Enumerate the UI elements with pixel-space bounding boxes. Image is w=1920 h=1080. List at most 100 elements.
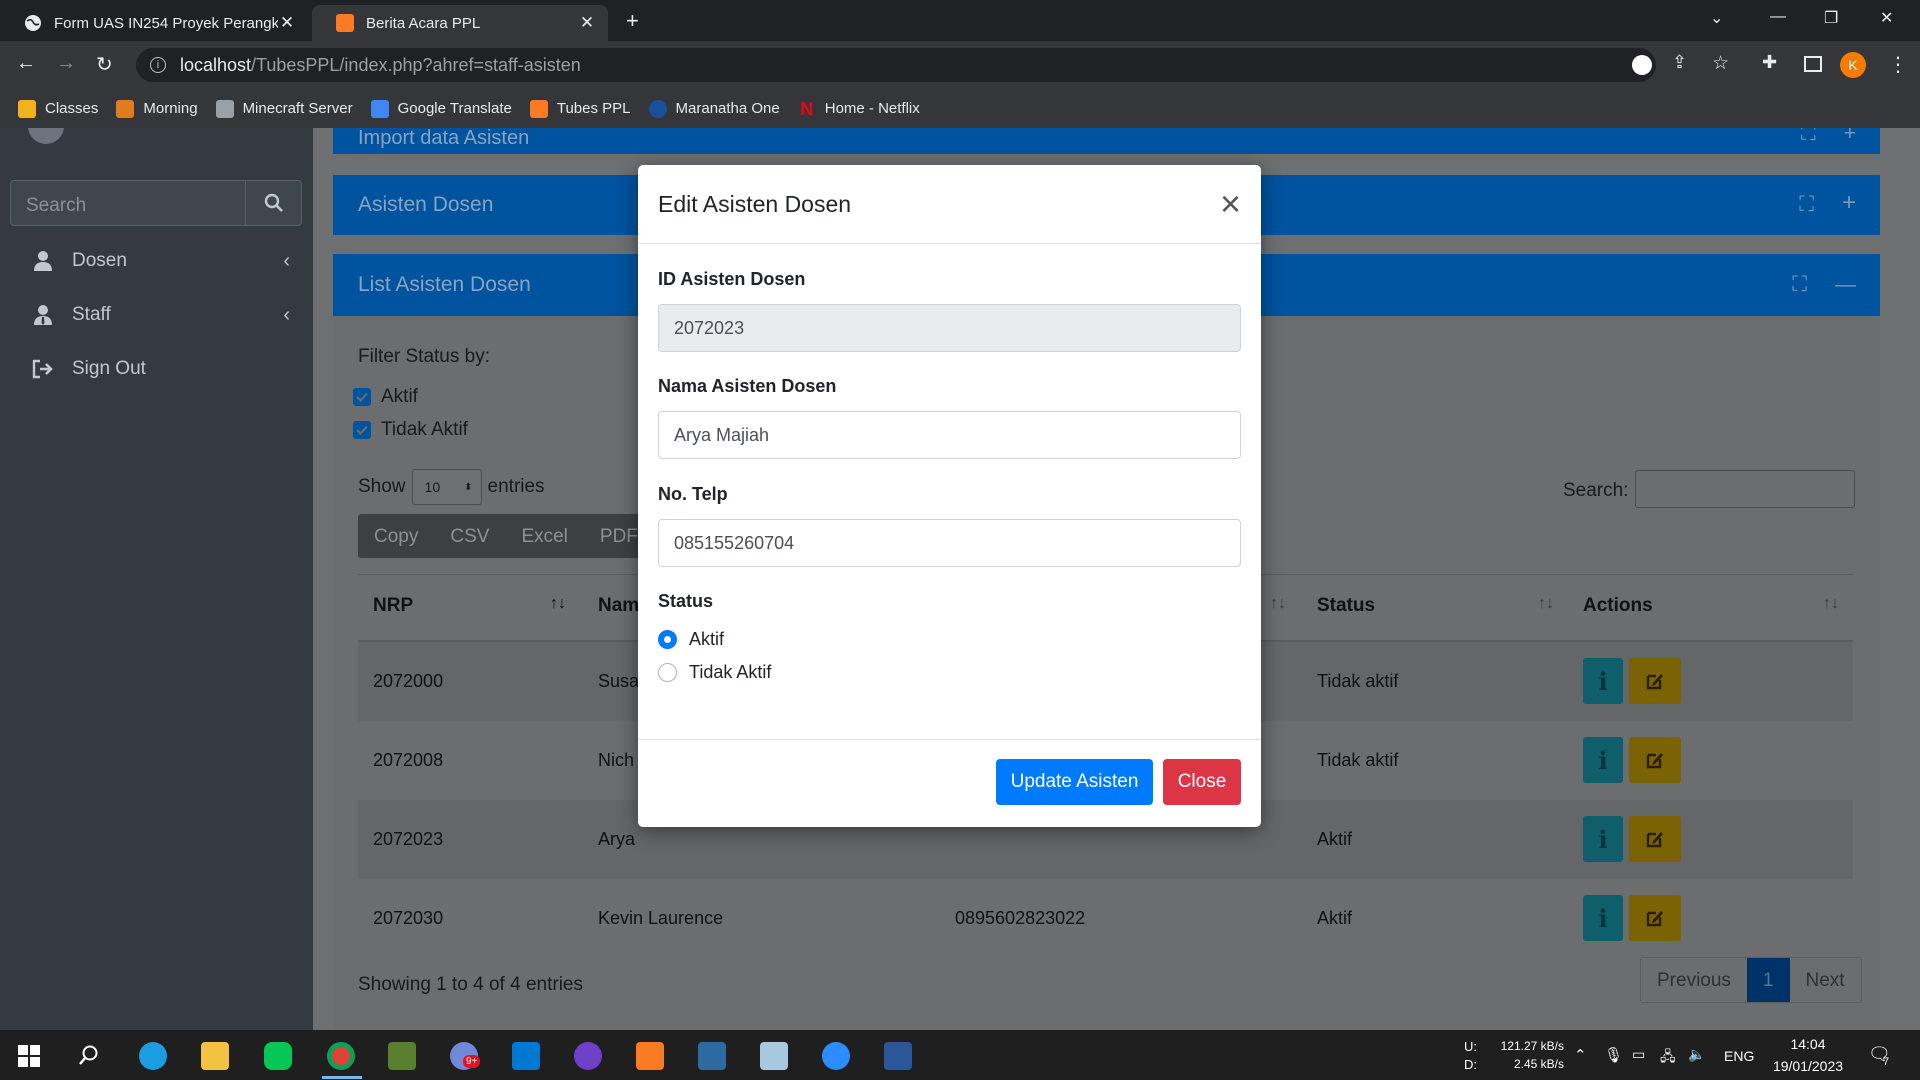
sidebar-search-input[interactable]: Search <box>11 181 245 225</box>
volume-icon[interactable]: 🔈 <box>1688 1046 1705 1063</box>
bookmark-netflix[interactable]: N Home - Netflix <box>798 100 920 118</box>
clock-time[interactable]: 14:04 <box>1776 1036 1840 1052</box>
file-explorer-icon[interactable] <box>201 1042 229 1070</box>
clock-date[interactable]: 19/01/2023 <box>1766 1058 1850 1074</box>
close-icon[interactable]: × <box>1220 186 1241 222</box>
line-icon[interactable] <box>264 1042 292 1070</box>
app-icon[interactable] <box>760 1042 788 1070</box>
search-icon[interactable] <box>78 1044 100 1066</box>
tab-berita-acara[interactable]: Berita Acara PPL ✕ <box>312 5 608 41</box>
windows-start-icon[interactable] <box>18 1045 40 1067</box>
status-radio-tidak-aktif[interactable]: Tidak Aktif <box>658 662 771 683</box>
reload-icon[interactable]: ↻ <box>96 52 113 77</box>
previous-page-button[interactable]: Previous <box>1641 958 1747 1002</box>
next-page-button[interactable]: Next <box>1790 958 1861 1002</box>
bookmark-star-icon[interactable]: ☆ <box>1712 52 1729 75</box>
plus-icon[interactable]: + <box>1844 128 1856 146</box>
bookmark-morning[interactable]: Morning <box>116 99 198 118</box>
copy-button[interactable]: Copy <box>358 514 434 558</box>
info-button[interactable]: i <box>1583 737 1623 783</box>
bookmark-classes[interactable]: Classes <box>18 99 98 118</box>
menu-icon[interactable]: ⋮ <box>1888 52 1908 77</box>
edit-button[interactable] <box>1629 816 1681 862</box>
edit-button[interactable] <box>1629 895 1681 941</box>
site-info-icon[interactable]: i <box>150 57 166 73</box>
minus-icon[interactable]: — <box>1835 273 1856 297</box>
vscode-icon[interactable] <box>512 1042 540 1070</box>
excel-button[interactable]: Excel <box>505 514 583 558</box>
update-asisten-button[interactable]: Update Asisten <box>996 759 1153 805</box>
profile-avatar[interactable]: K <box>1840 52 1866 78</box>
address-bar[interactable]: i localhost/TubesPPL/index.php?ahref=sta… <box>136 48 1656 82</box>
status-radio-aktif[interactable]: Aktif <box>658 629 724 650</box>
battery-icon[interactable]: ▭ <box>1632 1046 1645 1063</box>
table-search-input[interactable] <box>1635 470 1855 508</box>
new-tab-icon[interactable]: + <box>626 10 639 32</box>
edit-button[interactable] <box>1629 658 1681 704</box>
checkbox-checked-icon[interactable] <box>353 421 371 439</box>
card-import-header[interactable]: Import data Asisten ⛶ + <box>333 128 1880 154</box>
tab-close-icon[interactable]: ✕ <box>578 13 596 33</box>
bookmark-google-translate[interactable]: Google Translate <box>370 99 512 118</box>
plus-icon[interactable]: + <box>1842 191 1856 217</box>
sidebar-item-staff[interactable]: Staff ‹ <box>30 295 290 335</box>
mysql-workbench-icon[interactable] <box>698 1042 726 1070</box>
tab-form-uas[interactable]: Form UAS IN254 Proyek Perangk ✕ <box>0 5 308 41</box>
language-indicator[interactable]: ENG <box>1724 1048 1754 1064</box>
info-button[interactable]: i <box>1583 658 1623 704</box>
word-icon[interactable] <box>884 1042 912 1070</box>
info-button[interactable]: i <box>1583 895 1623 941</box>
info-button[interactable]: i <box>1583 816 1623 862</box>
sidebar-item-sign-out[interactable]: Sign Out <box>30 349 290 389</box>
back-icon[interactable]: ← <box>16 52 36 75</box>
expand-icon[interactable]: ⛶ <box>1801 128 1816 146</box>
xampp-icon[interactable] <box>636 1042 664 1070</box>
tray-chevron-icon[interactable]: ⌃ <box>1574 1046 1587 1064</box>
minimize-icon[interactable]: — <box>1770 8 1786 26</box>
radio-unselected-icon[interactable] <box>658 663 677 682</box>
bookmark-tubes-ppl[interactable]: Tubes PPL <box>529 99 631 118</box>
sidebar-item-dosen[interactable]: Dosen ‹ <box>30 241 290 281</box>
filter-tidak-aktif[interactable]: Tidak Aktif <box>353 419 468 441</box>
github-desktop-icon[interactable] <box>574 1042 602 1070</box>
microphone-icon[interactable]: 🎙 <box>1604 1046 1623 1064</box>
sort-icon[interactable]: ↑↓ <box>1823 595 1839 613</box>
forward-icon[interactable]: → <box>56 52 76 75</box>
filter-aktif[interactable]: Aktif <box>353 386 418 408</box>
bookmark-maranatha-one[interactable]: Maranatha One <box>648 99 780 118</box>
edit-button[interactable] <box>1629 737 1681 783</box>
entries-select[interactable]: 10 ⬍ <box>411 469 482 505</box>
column-status[interactable]: Status <box>1317 595 1375 617</box>
radio-selected-icon[interactable] <box>658 630 677 649</box>
checkbox-checked-icon[interactable] <box>353 388 371 406</box>
expand-icon[interactable]: ⛶ <box>1799 193 1814 217</box>
column-nrp[interactable]: NRP <box>373 595 413 617</box>
id-field[interactable]: 2072023 <box>658 304 1241 352</box>
edge-icon[interactable] <box>139 1042 167 1070</box>
minecraft-icon[interactable] <box>388 1042 416 1070</box>
chrome-icon[interactable] <box>327 1042 355 1070</box>
nama-field[interactable]: Arya Majiah <box>658 411 1241 459</box>
bookmark-minecraft[interactable]: Minecraft Server <box>215 99 353 118</box>
share-icon[interactable]: ⇪ <box>1672 52 1687 73</box>
sort-icon[interactable]: ↑↓ <box>1538 595 1554 613</box>
side-panel-icon[interactable] <box>1804 56 1822 72</box>
sort-icon[interactable]: ↑↓ <box>1270 595 1286 613</box>
google-lens-icon[interactable] <box>1632 55 1652 75</box>
active-app-indicator <box>322 1076 362 1079</box>
search-icon[interactable] <box>245 181 301 225</box>
restore-icon[interactable]: ❐ <box>1824 8 1838 28</box>
csv-button[interactable]: CSV <box>434 514 505 558</box>
telp-field[interactable]: 085155260704 <box>658 519 1241 567</box>
tab-search-icon[interactable]: ⌄ <box>1710 8 1723 28</box>
close-button[interactable]: Close <box>1163 759 1241 805</box>
close-window-icon[interactable]: ✕ <box>1880 8 1893 28</box>
tab-close-icon[interactable]: ✕ <box>278 13 296 33</box>
extensions-icon[interactable]: ✚ <box>1762 52 1777 73</box>
page-1-button[interactable]: 1 <box>1746 958 1790 1002</box>
zoom-icon[interactable] <box>822 1042 850 1070</box>
column-actions[interactable]: Actions <box>1583 595 1653 617</box>
expand-icon[interactable]: ⛶ <box>1792 273 1807 297</box>
network-icon[interactable]: 🖧 <box>1660 1046 1676 1070</box>
sort-asc-icon[interactable]: ↑↓ <box>550 595 566 613</box>
